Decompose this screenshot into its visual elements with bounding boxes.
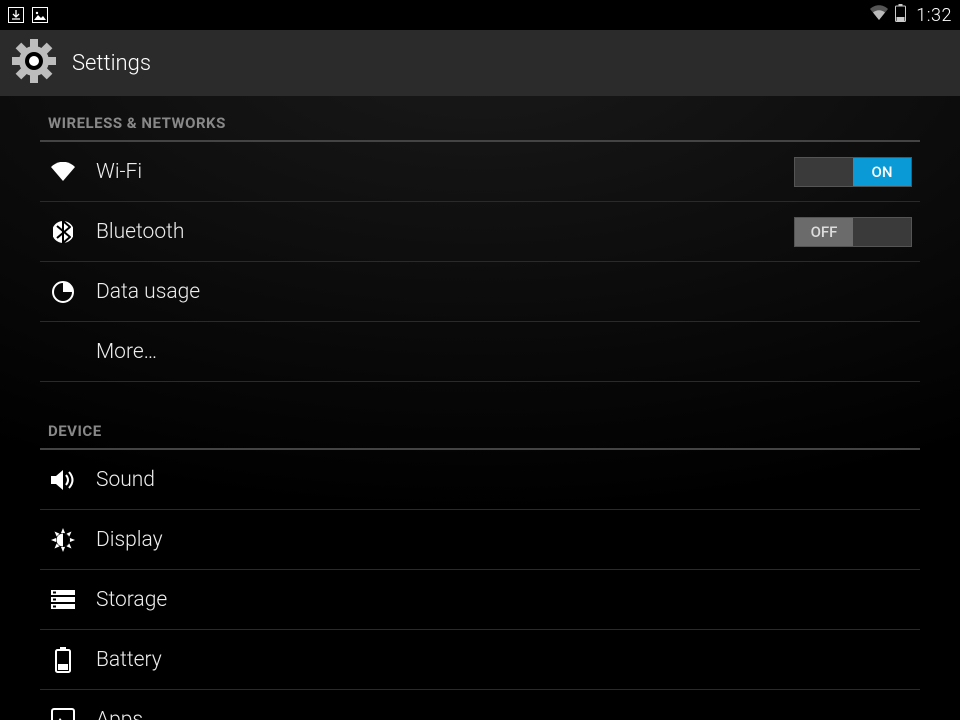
row-label: Storage <box>96 588 167 612</box>
row-sound[interactable]: Sound <box>40 450 920 510</box>
toggle-on-label: ON <box>853 158 911 186</box>
row-label: Data usage <box>96 280 200 304</box>
bluetooth-icon <box>48 219 78 245</box>
title-bar: Settings <box>0 30 960 96</box>
row-display[interactable]: Display <box>40 510 920 570</box>
display-icon <box>48 527 78 553</box>
data-usage-icon <box>48 280 78 304</box>
bluetooth-toggle[interactable]: OFF <box>794 217 912 247</box>
row-label: Wi-Fi <box>96 160 142 184</box>
wifi-toggle[interactable]: ON <box>794 157 912 187</box>
battery-status-icon <box>895 4 906 26</box>
wifi-status-icon <box>869 5 889 25</box>
page-title: Settings <box>72 51 151 76</box>
row-label: Bluetooth <box>96 220 184 244</box>
row-battery[interactable]: Battery <box>40 630 920 690</box>
row-label: More… <box>96 340 157 364</box>
row-wifi[interactable]: Wi-Fi ON <box>40 142 920 202</box>
status-clock: 1:32 <box>916 5 952 26</box>
row-bluetooth[interactable]: Bluetooth OFF <box>40 202 920 262</box>
storage-icon <box>48 590 78 610</box>
settings-list: WIRELESS & NETWORKS Wi-Fi ON Bluetooth O… <box>0 96 960 720</box>
row-label: Battery <box>96 648 162 672</box>
toggle-off-label: OFF <box>795 218 853 246</box>
row-apps[interactable]: Apps <box>40 690 920 720</box>
row-data-usage[interactable]: Data usage <box>40 262 920 322</box>
row-label: Apps <box>96 708 143 720</box>
image-icon <box>32 7 48 23</box>
row-more[interactable]: More… <box>40 322 920 382</box>
wifi-icon <box>48 162 78 182</box>
row-label: Display <box>96 528 163 552</box>
section-header-wireless: WIRELESS & NETWORKS <box>40 96 920 142</box>
apps-icon <box>48 708 78 720</box>
download-icon <box>8 7 24 23</box>
settings-gear-icon <box>10 37 58 89</box>
row-label: Sound <box>96 468 155 492</box>
status-bar: 1:32 <box>0 0 960 30</box>
battery-icon <box>48 647 78 673</box>
sound-icon <box>48 469 78 491</box>
row-storage[interactable]: Storage <box>40 570 920 630</box>
section-header-device: DEVICE <box>40 404 920 450</box>
